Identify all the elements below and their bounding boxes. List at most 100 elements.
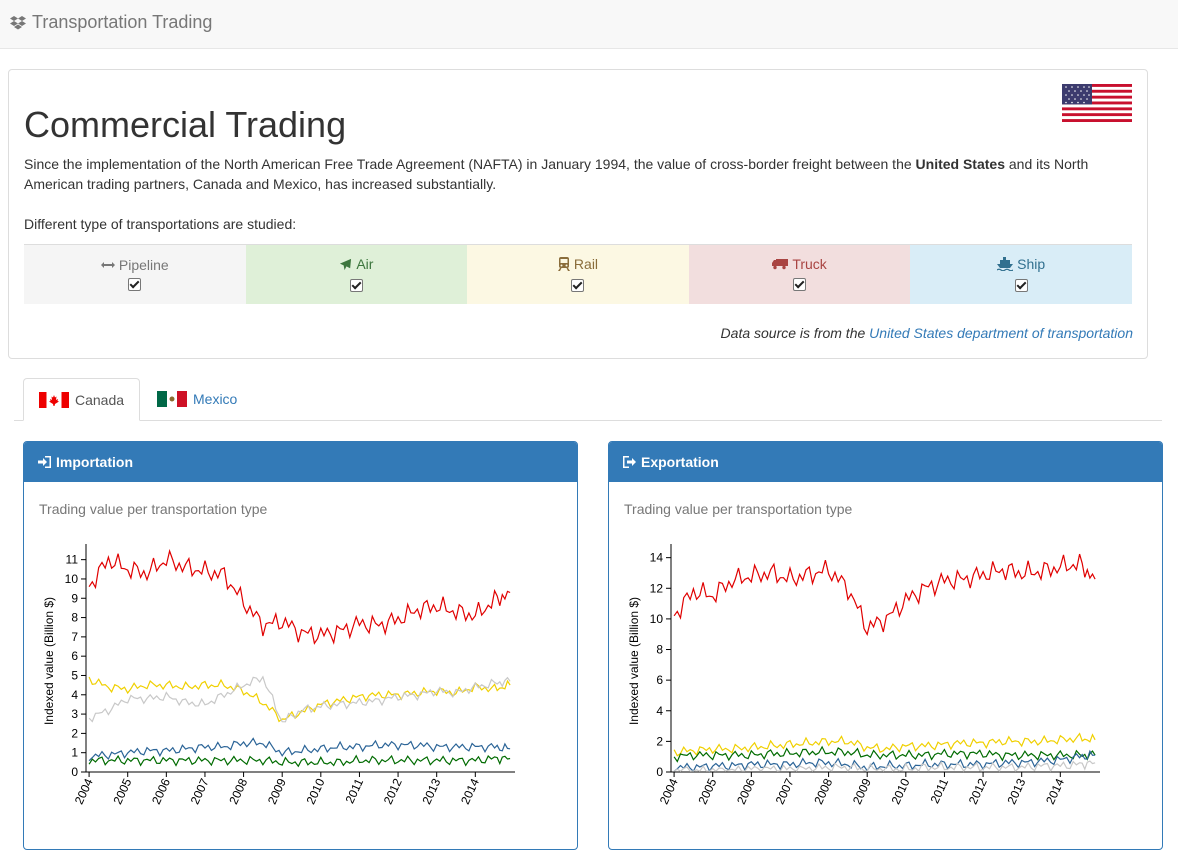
y-tick-label: 8 [656, 643, 663, 657]
x-tick-label: 2010 [304, 776, 328, 806]
series-line-rail [88, 676, 511, 723]
x-tick-label: 2010 [889, 776, 913, 806]
y-tick-label: 12 [650, 581, 664, 595]
arrows-h-icon [100, 262, 115, 268]
y-axis-label: Indexed value (Billion $) [42, 597, 56, 725]
transport-pipeline: Pipeline [24, 245, 246, 304]
x-tick-label: 2007 [773, 776, 797, 806]
studied-label: Different type of transportations are st… [24, 216, 297, 232]
x-tick-label: 2004 [72, 776, 96, 806]
y-tick-label: 8 [71, 611, 78, 625]
sign-in-icon [38, 456, 51, 468]
x-tick-label: 2014 [458, 776, 482, 806]
data-source: Data source is from the United States de… [720, 325, 1133, 341]
ship-icon [997, 257, 1014, 271]
transport-label: Ship [1017, 256, 1046, 272]
x-tick-label: 2009 [850, 776, 874, 806]
ship-checkbox[interactable] [1014, 279, 1028, 292]
x-tick-label: 2012 [381, 776, 405, 806]
transport-label: Air [356, 256, 374, 272]
y-tick-label: 9 [71, 591, 78, 605]
y-tick-label: 1 [71, 746, 78, 760]
transport-air: Air [245, 245, 468, 304]
dropbox-icon [10, 15, 26, 29]
x-tick-label: 2006 [734, 776, 758, 806]
brand-link[interactable]: Transportation Trading [10, 12, 212, 33]
truck-checkbox[interactable] [793, 278, 807, 291]
y-tick-label: 6 [656, 673, 663, 687]
sign-out-icon [623, 456, 636, 468]
tab-label: Mexico [193, 391, 238, 407]
x-tick-label: 2013 [1004, 776, 1028, 806]
canada-flag-icon [39, 391, 69, 408]
x-tick-label: 2005 [695, 776, 719, 806]
y-axis-label: Indexed value (Billion $) [627, 597, 641, 725]
transport-label: Rail [573, 256, 599, 272]
x-tick-label: 2008 [811, 776, 835, 806]
x-tick-label: 2006 [149, 776, 173, 806]
panel-subtitle: Trading value per transportation type [624, 501, 853, 517]
import-chart: 0 1 2 3 4 5 6 7 8 9 10 11 2004 2005 2006 2007 2008 2009 20… [42, 544, 515, 806]
train-icon [557, 257, 570, 271]
y-tick-label: 11 [66, 553, 79, 567]
x-tick-label: 2013 [419, 776, 443, 806]
y-tick-label: 0 [71, 765, 78, 779]
transport-rail: Rail [467, 245, 689, 304]
tab-canada[interactable]: Canada [23, 378, 141, 421]
panel-subtitle: Trading value per transportation type [39, 501, 268, 517]
intro-panel: Commercial Trading Since the implementat… [8, 69, 1148, 359]
y-tick-label: 2 [71, 726, 78, 740]
x-tick-label: 2009 [265, 776, 289, 806]
x-tick-label: 2012 [966, 776, 990, 806]
import-panel-header: Importation [24, 442, 577, 482]
import-panel: Importation Trading value per transporta… [23, 441, 578, 850]
country-tabs: Canada Mexico [14, 378, 1162, 421]
y-tick-label: 7 [71, 630, 78, 644]
x-tick-label: 2005 [110, 776, 134, 806]
mexico-flag-icon [157, 391, 187, 407]
y-tick-label: 4 [71, 688, 78, 702]
y-tick-label: 10 [65, 572, 79, 586]
x-tick-label: 2007 [188, 776, 212, 806]
tab-label: Canada [75, 391, 125, 408]
data-source-link[interactable]: United States department of transportati… [869, 325, 1133, 341]
series-line-rail [673, 732, 1096, 757]
rail-checkbox[interactable] [571, 279, 585, 292]
export-chart: 0 2 4 6 8 10 12 14 2004 2005 2006 2007 2008 2009 2010 2… [627, 544, 1100, 806]
y-tick-label: 10 [650, 612, 664, 626]
navbar: Transportation Trading [0, 0, 1178, 49]
panel-title: Importation [56, 454, 133, 470]
export-panel: Exportation Trading value per transporta… [608, 441, 1163, 850]
transport-ship: Ship [910, 245, 1132, 304]
y-tick-label: 0 [656, 765, 663, 779]
x-tick-label: 2011 [928, 776, 952, 806]
y-tick-label: 3 [71, 707, 78, 721]
country-name: United States [915, 156, 1005, 172]
y-tick-label: 4 [656, 704, 663, 718]
x-tick-label: 2014 [1043, 776, 1067, 806]
y-tick-label: 6 [71, 649, 78, 663]
series-line-truck [88, 548, 511, 645]
y-tick-label: 5 [71, 668, 78, 682]
export-panel-header: Exportation [609, 442, 1162, 482]
transport-label: Pipeline [118, 257, 169, 273]
truck-icon [772, 259, 789, 270]
usa-flag-icon [1062, 84, 1132, 122]
series-line-pipeline [673, 760, 1096, 773]
series-line-air [88, 754, 511, 768]
transport-filter-row: Pipeline Air Rail Truck Ship [24, 244, 1132, 304]
y-tick-label: 14 [650, 551, 664, 565]
air-checkbox[interactable] [349, 278, 363, 292]
x-tick-label: 2011 [343, 776, 367, 806]
transport-label: Truck [792, 256, 827, 272]
x-tick-label: 2008 [226, 776, 250, 806]
tab-mexico[interactable]: Mexico [142, 378, 252, 420]
brand-label: Transportation Trading [32, 12, 213, 32]
pipeline-checkbox[interactable] [128, 278, 142, 291]
transport-truck: Truck [688, 245, 911, 304]
y-tick-label: 2 [656, 734, 663, 748]
series-line-truck [673, 553, 1096, 637]
x-tick-label: 2004 [657, 776, 681, 806]
intro-text: Since the implementation of the North Am… [24, 156, 1089, 192]
page-title: Commercial Trading [24, 104, 347, 145]
